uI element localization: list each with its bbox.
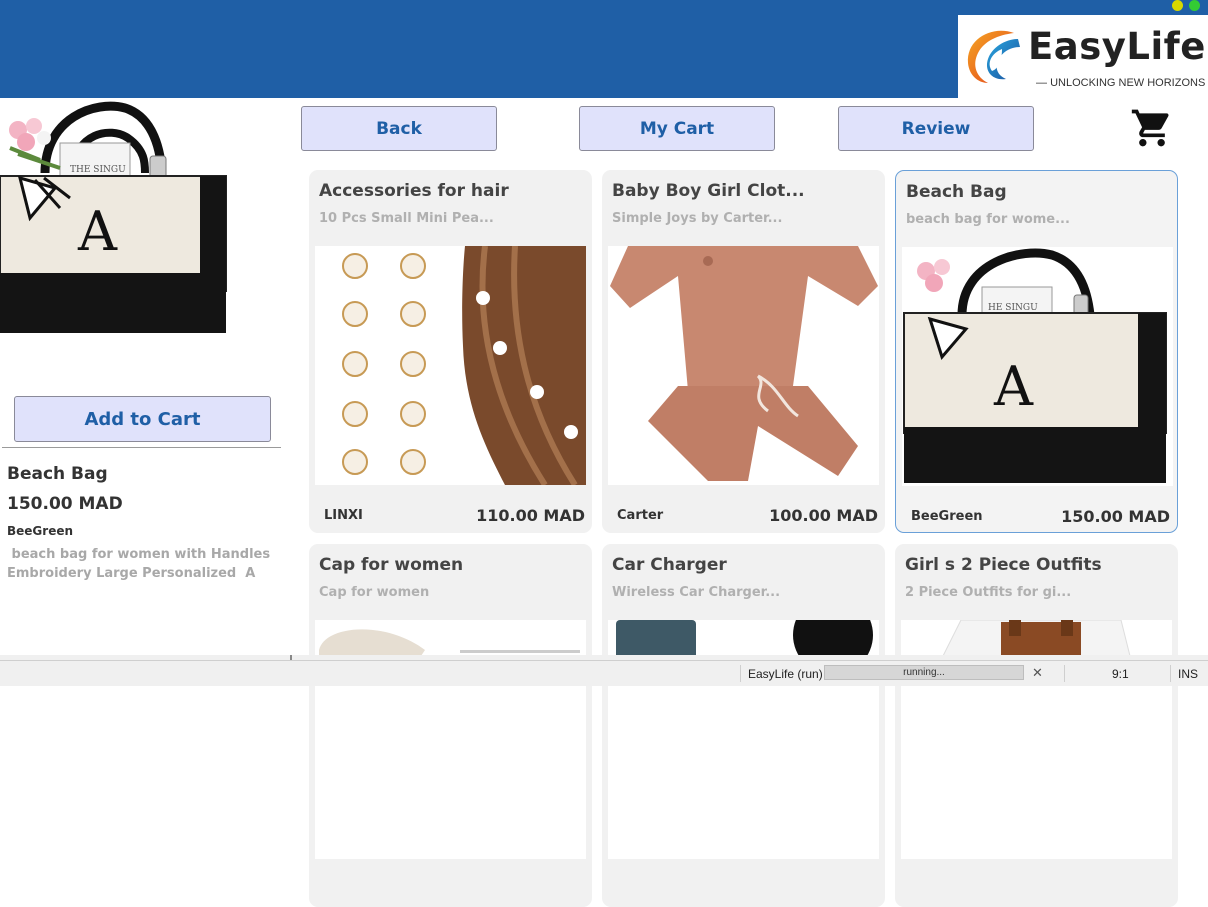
status-bar: EasyLife (run) running... ✕ 9:1 INS xyxy=(0,660,1208,686)
svg-text:HE SINGU: HE SINGU xyxy=(988,303,1038,313)
product-price: 150.00 MAD xyxy=(1061,507,1170,526)
product-price: 100.00 MAD xyxy=(769,506,878,525)
product-card[interactable]: Cap for women Cap for women xyxy=(309,544,592,907)
bag-letter: A xyxy=(993,355,1034,418)
my-cart-button[interactable]: My Cart xyxy=(579,106,775,151)
product-brand: LINXI xyxy=(324,508,363,523)
status-cursor-position: 9:1 xyxy=(1112,667,1129,681)
product-title: Car Charger xyxy=(612,555,727,575)
product-subtitle: Simple Joys by Carter... xyxy=(612,211,783,226)
product-card[interactable]: Accessories for hair 10 Pcs Small Mini P… xyxy=(309,170,592,533)
detail-divider xyxy=(2,447,281,448)
detail-product-image: THE SINGU A xyxy=(0,101,227,333)
product-subtitle: 2 Piece Outfits for gi... xyxy=(905,585,1072,600)
logo-name: EasyLife xyxy=(1028,25,1206,68)
product-subtitle: beach bag for wome... xyxy=(906,212,1070,227)
product-subtitle: Cap for women xyxy=(319,585,430,600)
product-subtitle: Wireless Car Charger... xyxy=(612,585,781,600)
beach-bag-image: HE SINGU A xyxy=(902,247,1173,486)
easylife-logo: EasyLife — UNLOCKING NEW HORIZONS — xyxy=(958,15,1208,98)
add-to-cart-button[interactable]: Add to Cart xyxy=(14,396,271,442)
detail-product-description: beach bag for women with Handles Embroid… xyxy=(7,547,271,581)
back-button[interactable]: Back xyxy=(301,106,497,151)
product-card[interactable]: Girl s 2 Piece Outfits 2 Piece Outfits f… xyxy=(895,544,1178,907)
shopping-cart-icon[interactable] xyxy=(1130,106,1174,150)
window-dots xyxy=(1172,0,1200,11)
product-title: Girl s 2 Piece Outfits xyxy=(905,555,1102,575)
product-title: Accessories for hair xyxy=(319,181,509,201)
detail-product-price: 150.00 MAD xyxy=(7,494,123,514)
product-title: Cap for women xyxy=(319,555,464,575)
product-brand: Carter xyxy=(617,508,664,523)
detail-product-name: Beach Bag xyxy=(7,464,108,484)
logo-tagline: — UNLOCKING NEW HORIZONS — xyxy=(1036,77,1206,89)
product-title: Baby Boy Girl Clot... xyxy=(612,181,805,201)
baby-outfit-image xyxy=(608,246,879,485)
svg-text:THE SINGU: THE SINGU xyxy=(70,165,126,175)
green-dot[interactable] xyxy=(1189,0,1200,11)
yellow-dot[interactable] xyxy=(1172,0,1183,11)
status-insert-mode: INS xyxy=(1178,667,1199,681)
product-card[interactable]: Baby Boy Girl Clot... Simple Joys by Car… xyxy=(602,170,885,533)
hair-accessories-image xyxy=(315,246,586,485)
status-progress-bar: running... xyxy=(824,665,1024,680)
product-subtitle: 10 Pcs Small Mini Pea... xyxy=(319,211,494,226)
status-app-name: EasyLife (run) xyxy=(748,667,823,681)
product-price: 110.00 MAD xyxy=(476,506,585,525)
review-button[interactable]: Review xyxy=(838,106,1034,151)
detail-product-brand: BeeGreen xyxy=(7,524,74,538)
close-icon[interactable]: ✕ xyxy=(1032,665,1043,681)
logo-swirl-icon xyxy=(967,30,1020,83)
product-card-selected[interactable]: Beach Bag beach bag for wome... HE SINGU… xyxy=(895,170,1178,533)
product-title: Beach Bag xyxy=(906,182,1007,202)
product-card[interactable]: Car Charger Wireless Car Charger... xyxy=(602,544,885,907)
bag-letter: A xyxy=(77,200,118,263)
product-brand: BeeGreen xyxy=(911,509,983,524)
